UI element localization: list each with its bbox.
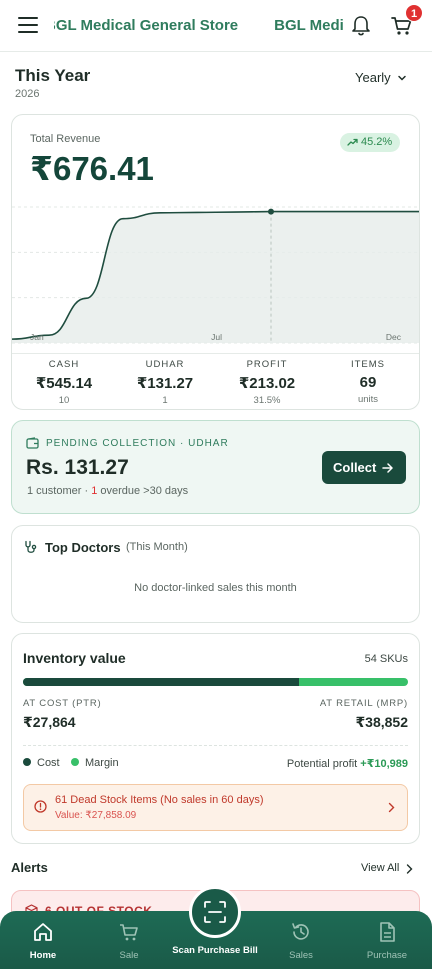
nav-purchase[interactable]: Purchase bbox=[357, 921, 417, 961]
stat-value: 69 bbox=[359, 374, 377, 391]
stat-value: ₹545.14 bbox=[35, 375, 93, 392]
stethoscope-icon bbox=[25, 540, 37, 553]
revenue-chart: Jan Jul Dec bbox=[12, 206, 419, 344]
legend-dot bbox=[71, 758, 79, 766]
stat-sub: units bbox=[357, 394, 379, 405]
arrow-right-icon bbox=[382, 463, 393, 473]
chevron-down-icon[interactable] bbox=[397, 73, 407, 83]
scan-purchase-bill-button[interactable] bbox=[189, 886, 241, 938]
inventory-value-card: Inventory value 54 SKUs AT COST (PTR) AT… bbox=[11, 633, 420, 844]
x-tick-label: Jan bbox=[30, 332, 44, 342]
nav-label: Home bbox=[29, 950, 57, 961]
store-name-marquee: BGL Medical General Store BGL Medical Gen… bbox=[54, 15, 344, 37]
customer-count: 1 customer · bbox=[27, 485, 92, 497]
alert-circle-icon bbox=[34, 800, 47, 813]
potential-value: +₹10,989 bbox=[360, 758, 408, 770]
chevron-right-icon[interactable] bbox=[406, 864, 413, 874]
document-icon bbox=[380, 922, 395, 942]
cost-label: AT COST (PTR) bbox=[23, 698, 102, 709]
inventory-title: Inventory value bbox=[23, 650, 126, 666]
collect-label: Collect bbox=[333, 460, 377, 475]
legend-dot bbox=[23, 758, 31, 766]
potential-label: Potential profit bbox=[286, 758, 361, 770]
area-fill bbox=[12, 211, 419, 343]
stat-profit: PROFIT ₹213.02 31.5% bbox=[217, 359, 317, 406]
legend-margin: Margin bbox=[71, 757, 119, 769]
period-selector[interactable]: Yearly bbox=[355, 70, 391, 85]
top-doctors-period: (This Month) bbox=[126, 541, 188, 553]
x-tick-label: Dec bbox=[386, 332, 402, 342]
growth-badge: 45.2% bbox=[340, 133, 400, 152]
dead-stock-title: 61 Dead Stock Items (No sales in 60 days… bbox=[55, 794, 264, 806]
cart-icon bbox=[120, 924, 138, 941]
legend-label: Margin bbox=[85, 757, 119, 769]
bell-icon[interactable] bbox=[351, 15, 371, 37]
stat-items: ITEMS 69 units bbox=[318, 359, 418, 405]
collect-button[interactable]: Collect bbox=[322, 451, 406, 484]
stat-label: ITEMS bbox=[350, 359, 386, 370]
pending-summary: 1 customer · 1 overdue >30 days bbox=[27, 485, 188, 497]
dead-stock-value: Value: ₹27,858.09 bbox=[55, 810, 137, 821]
top-doctors-card: Top Doctors (This Month) No doctor-linke… bbox=[11, 525, 420, 623]
trend-up-icon bbox=[347, 138, 358, 146]
chevron-right-icon bbox=[388, 802, 395, 813]
stat-udhar: UDHAR ₹131.27 1 bbox=[115, 359, 215, 406]
cost-value: ₹27,864 bbox=[23, 714, 76, 730]
revenue-value: ₹676.41 bbox=[30, 150, 154, 187]
nav-label: Sales bbox=[289, 950, 313, 961]
cost-margin-bar bbox=[23, 678, 408, 686]
pending-collection-card[interactable]: PENDING COLLECTION · UDHAR Rs. 131.27 1 … bbox=[11, 420, 420, 514]
highlight-point bbox=[268, 208, 274, 215]
overdue-text: overdue >30 days bbox=[97, 485, 189, 497]
app-header: BGL Medical General Store BGL Medical Gen… bbox=[0, 0, 432, 52]
pending-label: PENDING COLLECTION · UDHAR bbox=[46, 438, 229, 449]
dead-stock-alert[interactable]: 61 Dead Stock Items (No sales in 60 days… bbox=[23, 784, 408, 831]
x-tick-label: Jul bbox=[211, 332, 222, 342]
cart-count-badge: 1 bbox=[405, 4, 423, 22]
view-all-link[interactable]: View All bbox=[361, 862, 399, 874]
stat-label: PROFIT bbox=[246, 359, 288, 370]
stat-sub: 31.5% bbox=[253, 395, 281, 406]
divider bbox=[23, 745, 408, 746]
revenue-label: Total Revenue bbox=[30, 133, 101, 145]
history-icon bbox=[292, 923, 309, 940]
alerts-title: Alerts bbox=[11, 860, 48, 875]
sku-count: 54 SKUs bbox=[364, 653, 408, 665]
revenue-card: Total Revenue ₹676.41 45.2% Jan Jul Dec CA… bbox=[11, 114, 420, 410]
stat-label: CASH bbox=[48, 359, 80, 370]
retail-label: AT RETAIL (MRP) bbox=[319, 698, 408, 709]
stat-sub: 1 bbox=[162, 395, 168, 406]
store-name: BGL Medical General Store bbox=[274, 17, 344, 34]
top-doctors-title: Top Doctors bbox=[45, 540, 121, 555]
wallet-icon bbox=[26, 437, 39, 449]
menu-icon[interactable] bbox=[18, 17, 38, 35]
nav-home[interactable]: Home bbox=[13, 921, 73, 961]
stat-value: ₹131.27 bbox=[136, 375, 194, 392]
period-title: This Year bbox=[15, 66, 91, 85]
stat-label: UDHAR bbox=[145, 359, 185, 370]
empty-state-text: No doctor-linked sales this month bbox=[134, 582, 297, 594]
stat-sub: 10 bbox=[58, 395, 70, 406]
home-icon bbox=[34, 923, 52, 941]
store-name: BGL Medical General Store bbox=[54, 17, 239, 34]
stat-value: ₹213.02 bbox=[238, 375, 296, 392]
nav-label: Purchase bbox=[366, 950, 408, 961]
stat-cash: CASH ₹545.14 10 bbox=[14, 359, 114, 406]
retail-value: ₹38,852 bbox=[355, 714, 408, 730]
scan-label: Scan Purchase Bill bbox=[172, 945, 258, 956]
divider bbox=[12, 353, 419, 354]
cost-bar-fill bbox=[23, 678, 300, 686]
potential-profit: Potential profit +₹10,989 bbox=[287, 757, 408, 770]
legend-cost: Cost bbox=[23, 757, 60, 769]
scan-icon bbox=[204, 901, 226, 923]
period-year: 2026 bbox=[15, 88, 40, 100]
growth-value: 45.2% bbox=[361, 136, 393, 148]
nav-sales[interactable]: Sales bbox=[271, 921, 331, 961]
pending-amount: Rs. 131.27 bbox=[26, 456, 129, 479]
legend-label: Cost bbox=[37, 757, 60, 769]
